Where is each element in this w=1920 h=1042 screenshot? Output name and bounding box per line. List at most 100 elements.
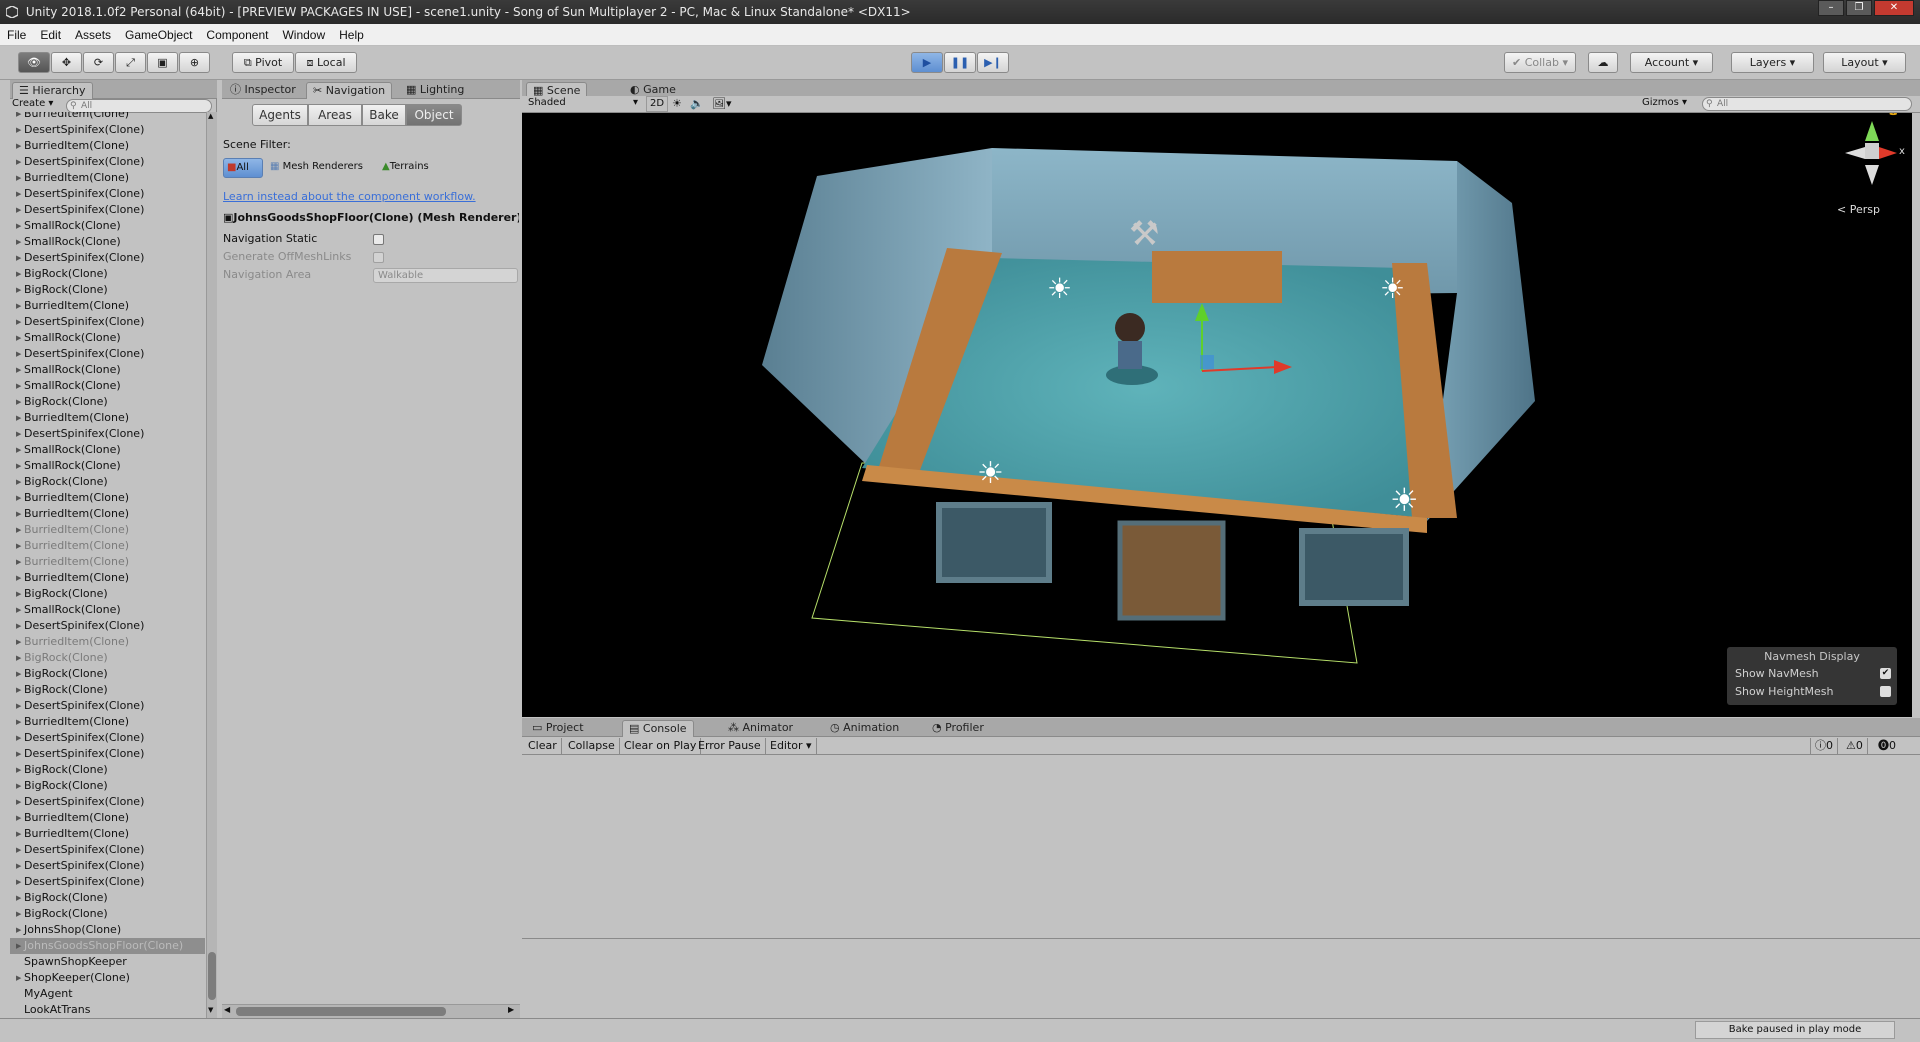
expand-arrow-icon[interactable]: ▶ xyxy=(16,394,21,410)
hierarchy-item[interactable]: ▶ DesertSpinifex(Clone) xyxy=(10,874,205,890)
expand-arrow-icon[interactable]: ▶ xyxy=(16,426,21,442)
expand-arrow-icon[interactable]: ▶ xyxy=(16,842,21,858)
hierarchy-item[interactable]: ▶ BurriedItem(Clone) xyxy=(10,112,205,122)
rotate-tool-button[interactable]: ⟳ xyxy=(83,52,114,73)
expand-arrow-icon[interactable]: ▶ xyxy=(16,634,21,650)
layers-dropdown[interactable]: Layers ▾ xyxy=(1731,52,1814,73)
show-heightmesh-checkbox[interactable] xyxy=(1880,686,1891,697)
hierarchy-item[interactable]: ▶ BigRock(Clone) xyxy=(10,586,205,602)
filter-mesh-renderers-button[interactable]: ▦ Mesh Renderers xyxy=(270,161,363,172)
expand-arrow-icon[interactable]: ▶ xyxy=(16,442,21,458)
expand-arrow-icon[interactable]: ▶ xyxy=(16,538,21,554)
hierarchy-item[interactable]: ▶ SmallRock(Clone) xyxy=(10,330,205,346)
minimize-button[interactable]: – xyxy=(1818,0,1844,16)
tab-animator[interactable]: ⁂ Animator xyxy=(722,720,799,737)
expand-arrow-icon[interactable]: ▶ xyxy=(16,266,21,282)
filter-all-button[interactable]: ■All xyxy=(223,158,263,178)
expand-arrow-icon[interactable]: ▶ xyxy=(16,218,21,234)
local-toggle[interactable]: ⧈ Local xyxy=(295,52,357,73)
menu-component[interactable]: Component xyxy=(199,24,275,46)
persp-label[interactable]: < Persp xyxy=(1837,203,1880,216)
expand-arrow-icon[interactable]: ▶ xyxy=(16,202,21,218)
hierarchy-item[interactable]: ▶ BurriedItem(Clone) xyxy=(10,634,205,650)
hierarchy-item[interactable]: ▶ DesertSpinifex(Clone) xyxy=(10,618,205,634)
expand-arrow-icon[interactable]: ▶ xyxy=(16,506,21,522)
console-divider[interactable] xyxy=(522,938,1920,939)
expand-arrow-icon[interactable]: ▶ xyxy=(16,250,21,266)
transform-tool-button[interactable]: ⊕ xyxy=(179,52,210,73)
hierarchy-item[interactable]: ▶ BigRock(Clone) xyxy=(10,394,205,410)
menu-file[interactable]: File xyxy=(0,24,33,46)
play-button[interactable]: ▶ xyxy=(911,52,943,73)
scroll-right-icon[interactable]: ▶ xyxy=(508,1005,514,1014)
tab-navigation[interactable]: ✂ Navigation xyxy=(306,82,393,99)
expand-arrow-icon[interactable]: ▶ xyxy=(16,858,21,874)
collapse-button[interactable]: Collapse xyxy=(564,738,620,754)
expand-arrow-icon[interactable]: ▶ xyxy=(16,746,21,762)
scroll-down-icon[interactable]: ▼ xyxy=(208,1006,213,1014)
hierarchy-item[interactable]: ▶ BurriedItem(Clone) xyxy=(10,810,205,826)
expand-arrow-icon[interactable]: ▶ xyxy=(16,298,21,314)
log-count-toggle[interactable]: ⓘ0 xyxy=(1810,738,1838,754)
view-tool-button[interactable]: 👁 xyxy=(18,52,50,73)
expand-arrow-icon[interactable]: ▶ xyxy=(16,122,21,138)
hierarchy-item[interactable]: ▶ BurriedItem(Clone) xyxy=(10,170,205,186)
expand-arrow-icon[interactable]: ▶ xyxy=(16,458,21,474)
hierarchy-item[interactable]: ▶ BurriedItem(Clone) xyxy=(10,522,205,538)
collab-button[interactable]: ✔ Collab ▾ xyxy=(1504,52,1576,73)
scroll-left-icon[interactable]: ◀ xyxy=(224,1005,230,1014)
hierarchy-item[interactable]: ▶ SmallRock(Clone) xyxy=(10,458,205,474)
expand-arrow-icon[interactable]: ▶ xyxy=(16,170,21,186)
hierarchy-item[interactable]: ▶ BurriedItem(Clone) xyxy=(10,714,205,730)
hierarchy-item[interactable]: ▶ JohnsGoodsShopFloor(Clone) xyxy=(10,938,205,954)
scale-tool-button[interactable]: ⤢ xyxy=(115,52,146,73)
hierarchy-item[interactable]: ▶ SmallRock(Clone) xyxy=(10,234,205,250)
expand-arrow-icon[interactable]: ▶ xyxy=(16,346,21,362)
hierarchy-item[interactable]: ▶ BurriedItem(Clone) xyxy=(10,570,205,586)
hierarchy-item[interactable]: ▶ BigRock(Clone) xyxy=(10,474,205,490)
hierarchy-item[interactable]: ▶ DesertSpinifex(Clone) xyxy=(10,154,205,170)
hierarchy-item[interactable]: ▶ DesertSpinifex(Clone) xyxy=(10,122,205,138)
hierarchy-item[interactable]: ▶ DesertSpinifex(Clone) xyxy=(10,698,205,714)
expand-arrow-icon[interactable]: ▶ xyxy=(16,730,21,746)
expand-arrow-icon[interactable]: ▶ xyxy=(16,314,21,330)
hierarchy-item[interactable]: ▶ DesertSpinifex(Clone) xyxy=(10,250,205,266)
step-button[interactable]: ▶❙ xyxy=(977,52,1009,73)
expand-arrow-icon[interactable]: ▶ xyxy=(16,890,21,906)
expand-arrow-icon[interactable]: ▶ xyxy=(16,138,21,154)
error-count-toggle[interactable]: ⓿0 xyxy=(1874,738,1900,754)
hierarchy-search-input[interactable]: ⚲ All xyxy=(66,99,212,113)
expand-arrow-icon[interactable]: ▶ xyxy=(16,522,21,538)
expand-arrow-icon[interactable]: ▶ xyxy=(16,826,21,842)
close-button[interactable]: ✕ xyxy=(1874,0,1914,16)
navigation-scroll-thumb[interactable] xyxy=(236,1007,446,1016)
expand-arrow-icon[interactable]: ▶ xyxy=(16,112,21,122)
maximize-button[interactable]: ❐ xyxy=(1846,0,1872,16)
expand-arrow-icon[interactable]: ▶ xyxy=(16,938,21,954)
hierarchy-item[interactable]: ▶ BigRock(Clone) xyxy=(10,762,205,778)
hierarchy-item[interactable]: ▶ SmallRock(Clone) xyxy=(10,362,205,378)
hierarchy-item[interactable]: ▶ BurriedItem(Clone) xyxy=(10,506,205,522)
expand-arrow-icon[interactable]: ▶ xyxy=(16,554,21,570)
expand-arrow-icon[interactable]: ▶ xyxy=(16,922,21,938)
shading-dropdown[interactable]: Shaded ▾ xyxy=(528,97,640,108)
hierarchy-item[interactable]: ▶ DesertSpinifex(Clone) xyxy=(10,746,205,762)
expand-arrow-icon[interactable]: ▶ xyxy=(16,570,21,586)
account-dropdown[interactable]: Account ▾ xyxy=(1630,52,1713,73)
hierarchy-item[interactable]: MyAgent xyxy=(10,986,205,1002)
expand-arrow-icon[interactable]: ▶ xyxy=(16,698,21,714)
expand-arrow-icon[interactable]: ▶ xyxy=(16,282,21,298)
tab-lighting[interactable]: ▦ Lighting xyxy=(400,82,470,99)
create-dropdown[interactable]: Create ▾ xyxy=(12,98,53,109)
hierarchy-item[interactable]: ▶ SmallRock(Clone) xyxy=(10,378,205,394)
tab-hierarchy[interactable]: ☰ Hierarchy xyxy=(12,82,93,99)
cloud-button[interactable]: ☁ xyxy=(1588,52,1618,73)
expand-arrow-icon[interactable]: ▶ xyxy=(16,906,21,922)
hierarchy-item[interactable]: ▶ DesertSpinifex(Clone) xyxy=(10,314,205,330)
layout-dropdown[interactable]: Layout ▾ xyxy=(1823,52,1906,73)
hierarchy-item[interactable]: ▶ ShopKeeper(Clone) xyxy=(10,970,205,986)
hierarchy-item[interactable]: ▶ BurriedItem(Clone) xyxy=(10,538,205,554)
hierarchy-item[interactable]: ▶ BurriedItem(Clone) xyxy=(10,490,205,506)
expand-arrow-icon[interactable]: ▶ xyxy=(16,778,21,794)
hierarchy-item[interactable]: ▶ BigRock(Clone) xyxy=(10,282,205,298)
